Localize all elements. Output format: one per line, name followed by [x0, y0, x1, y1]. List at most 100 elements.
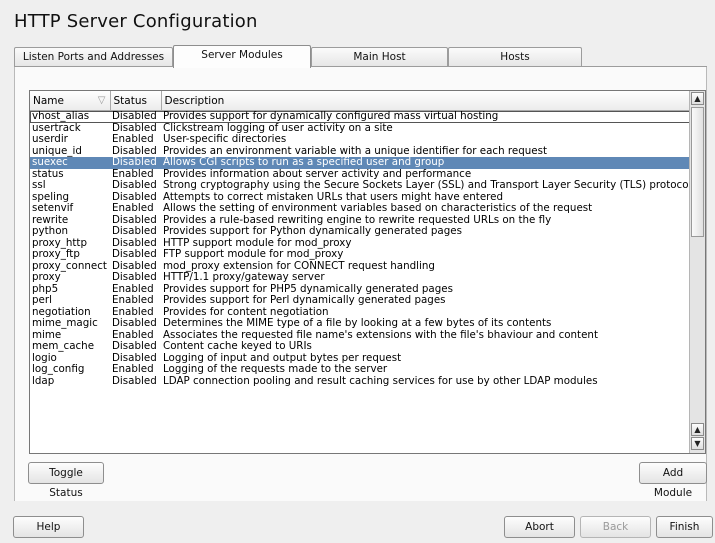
description-cell: FTP support module for mod_proxy [163, 249, 344, 261]
description-cell: Provides a rule-based rewriting engine t… [163, 214, 552, 226]
table-row[interactable]: setenvif Enabled Allows the setting of env… [30, 203, 690, 215]
status-cell: Enabled [112, 295, 154, 307]
description-cell: Allows CGI scripts to run as a specified… [161, 157, 690, 169]
status-cell: Disabled [112, 191, 157, 203]
tab-hosts[interactable]: Hosts [448, 47, 582, 66]
name-cell: status [32, 168, 64, 180]
arrow-up-icon[interactable]: ▲ [691, 92, 704, 105]
modules-grid: Name ▽ Status Description vhost_alias Dis… [30, 91, 691, 387]
description-cell: Provides information about server activi… [163, 168, 472, 180]
table-row[interactable]: php5 Enabled Provides support for PHP5 dyn… [30, 284, 690, 296]
table-row[interactable]: speling Disabled Attempts to correct mista… [30, 192, 690, 204]
table-row[interactable]: logio Disabled Logging of input and output… [30, 353, 690, 365]
description-cell: Associates the requested file name's ext… [163, 329, 598, 341]
status-cell: Disabled [112, 260, 157, 272]
table-row[interactable]: rewrite Disabled Provides a rule-based rew… [30, 215, 690, 227]
table-row[interactable]: usertrack Disabled Clickstream logging of … [30, 123, 690, 135]
add-module-button[interactable]: Add Module [639, 462, 707, 499]
table-row[interactable]: proxy_http Disabled HTTP support module fo… [30, 238, 690, 250]
abort-button[interactable]: Abort [504, 516, 575, 538]
table-row[interactable]: mem_cache Disabled Content cache keyed to … [30, 341, 690, 353]
name-cell: setenvif [32, 203, 74, 215]
status-cell: Disabled [112, 214, 157, 226]
toggle-status-button[interactable]: Toggle Status [28, 462, 104, 499]
column-header-description[interactable]: Description [161, 91, 691, 111]
table-row[interactable]: status Enabled Provides information about … [30, 169, 690, 181]
table-row[interactable]: proxy Disabled HTTP/1.1 proxy/gateway serv… [30, 272, 690, 284]
status-cell: Disabled [112, 341, 157, 353]
description-cell: User-specific directories [163, 134, 287, 146]
modules-table: Name ▽ Status Description vhost_alias Dis… [29, 90, 706, 454]
name-cell: python [32, 226, 69, 238]
table-row[interactable]: python Disabled Provides support for Pytho… [30, 226, 690, 238]
description-cell: Attempts to correct mistaken URLs that u… [163, 191, 504, 203]
name-cell: mime_magic [32, 318, 98, 330]
table-row[interactable]: ldap Disabled LDAP connection pooling and … [30, 376, 690, 388]
description-cell: mod_proxy extension for CONNECT request … [163, 260, 435, 272]
status-cell: Disabled [112, 226, 157, 238]
status-cell: Disabled [112, 122, 157, 134]
status-cell: Disabled [110, 157, 161, 169]
name-cell: php5 [32, 283, 59, 295]
name-cell: mime [32, 329, 62, 341]
name-cell: unique_id [32, 145, 82, 157]
table-row[interactable]: proxy_connect Disabled mod_proxy extension… [30, 261, 690, 273]
name-cell: ssl [32, 180, 46, 192]
arrow-down-icon[interactable]: ▼ [691, 437, 704, 450]
status-cell: Disabled [112, 249, 157, 261]
table-row[interactable]: log_config Enabled Logging of the requests… [30, 364, 690, 376]
name-cell: mem_cache [32, 341, 95, 353]
arrow-up-icon[interactable]: ▲ [691, 423, 704, 436]
description-cell: Clickstream logging of user activity on … [163, 122, 393, 134]
table-row[interactable]: perl Enabled Provides support for Perl dyn… [30, 295, 690, 307]
status-cell: Enabled [112, 168, 154, 180]
table-body: vhost_alias Disabled Provides support for … [30, 111, 690, 388]
help-button[interactable]: Help [13, 516, 84, 538]
description-cell: HTTP/1.1 proxy/gateway server [163, 272, 325, 284]
table-row[interactable]: mime Enabled Associates the requested file… [30, 330, 690, 342]
status-cell: Disabled [112, 180, 157, 192]
status-cell: Enabled [112, 283, 154, 295]
scrollbar-thumb[interactable] [691, 107, 704, 237]
name-cell: proxy_connect [32, 260, 107, 272]
table-row[interactable]: ssl Disabled Strong cryptography using the… [30, 180, 690, 192]
table-row[interactable]: negotiation Enabled Provides for content n… [30, 307, 690, 319]
description-cell: Provides support for PHP5 dynamically ge… [163, 283, 453, 295]
name-cell: vhost_alias [32, 110, 90, 123]
status-cell: Disabled [112, 375, 157, 387]
name-cell: rewrite [32, 214, 69, 226]
table-row[interactable]: userdir Enabled User-specific directories [30, 134, 690, 146]
status-cell: Disabled [112, 318, 157, 330]
description-cell: Logging of input and output bytes per re… [163, 352, 402, 364]
vertical-scrollbar[interactable]: ▲ ▲ ▼ [689, 91, 705, 453]
sort-triangle-icon: ▽ [97, 94, 106, 106]
tab-bar: Listen Ports and Addresses Server Module… [14, 45, 707, 68]
tab-listen-ports[interactable]: Listen Ports and Addresses [14, 47, 173, 66]
finish-button[interactable]: Finish [656, 516, 713, 538]
status-cell: Enabled [112, 134, 154, 146]
status-cell: Enabled [112, 306, 154, 318]
table-row[interactable]: vhost_alias Disabled Provides support for … [30, 111, 690, 123]
column-header-status[interactable]: Status [110, 91, 162, 111]
page-title: HTTP Server Configuration [14, 11, 258, 32]
description-cell: Provides support for Python dynamically … [163, 226, 462, 238]
column-header-name[interactable]: Name ▽ [30, 91, 111, 111]
name-cell: perl [32, 295, 52, 307]
table-row[interactable]: suexec Disabled Allows CGI scripts to run … [30, 157, 690, 169]
name-cell: proxy_http [32, 237, 87, 249]
table-row[interactable]: unique_id Disabled Provides an environment… [30, 146, 690, 158]
tab-main-host[interactable]: Main Host [311, 47, 448, 66]
status-cell: Disabled [112, 145, 157, 157]
name-cell: ldap [32, 375, 55, 387]
status-cell: Disabled [112, 272, 157, 284]
description-cell: Provides an environment variable with a … [163, 145, 548, 157]
table-row[interactable]: proxy_ftp Disabled FTP support module for … [30, 249, 690, 261]
name-cell: negotiation [32, 306, 91, 318]
back-button[interactable]: Back [580, 516, 651, 538]
tab-server-modules[interactable]: Server Modules [173, 45, 311, 68]
description-cell: Determines the MIME type of a file by lo… [163, 318, 552, 330]
table-row[interactable]: mime_magic Disabled Determines the MIME ty… [30, 318, 690, 330]
status-cell: Disabled [112, 352, 157, 364]
column-header-label: Name [33, 94, 64, 107]
status-cell: Disabled [112, 237, 157, 249]
